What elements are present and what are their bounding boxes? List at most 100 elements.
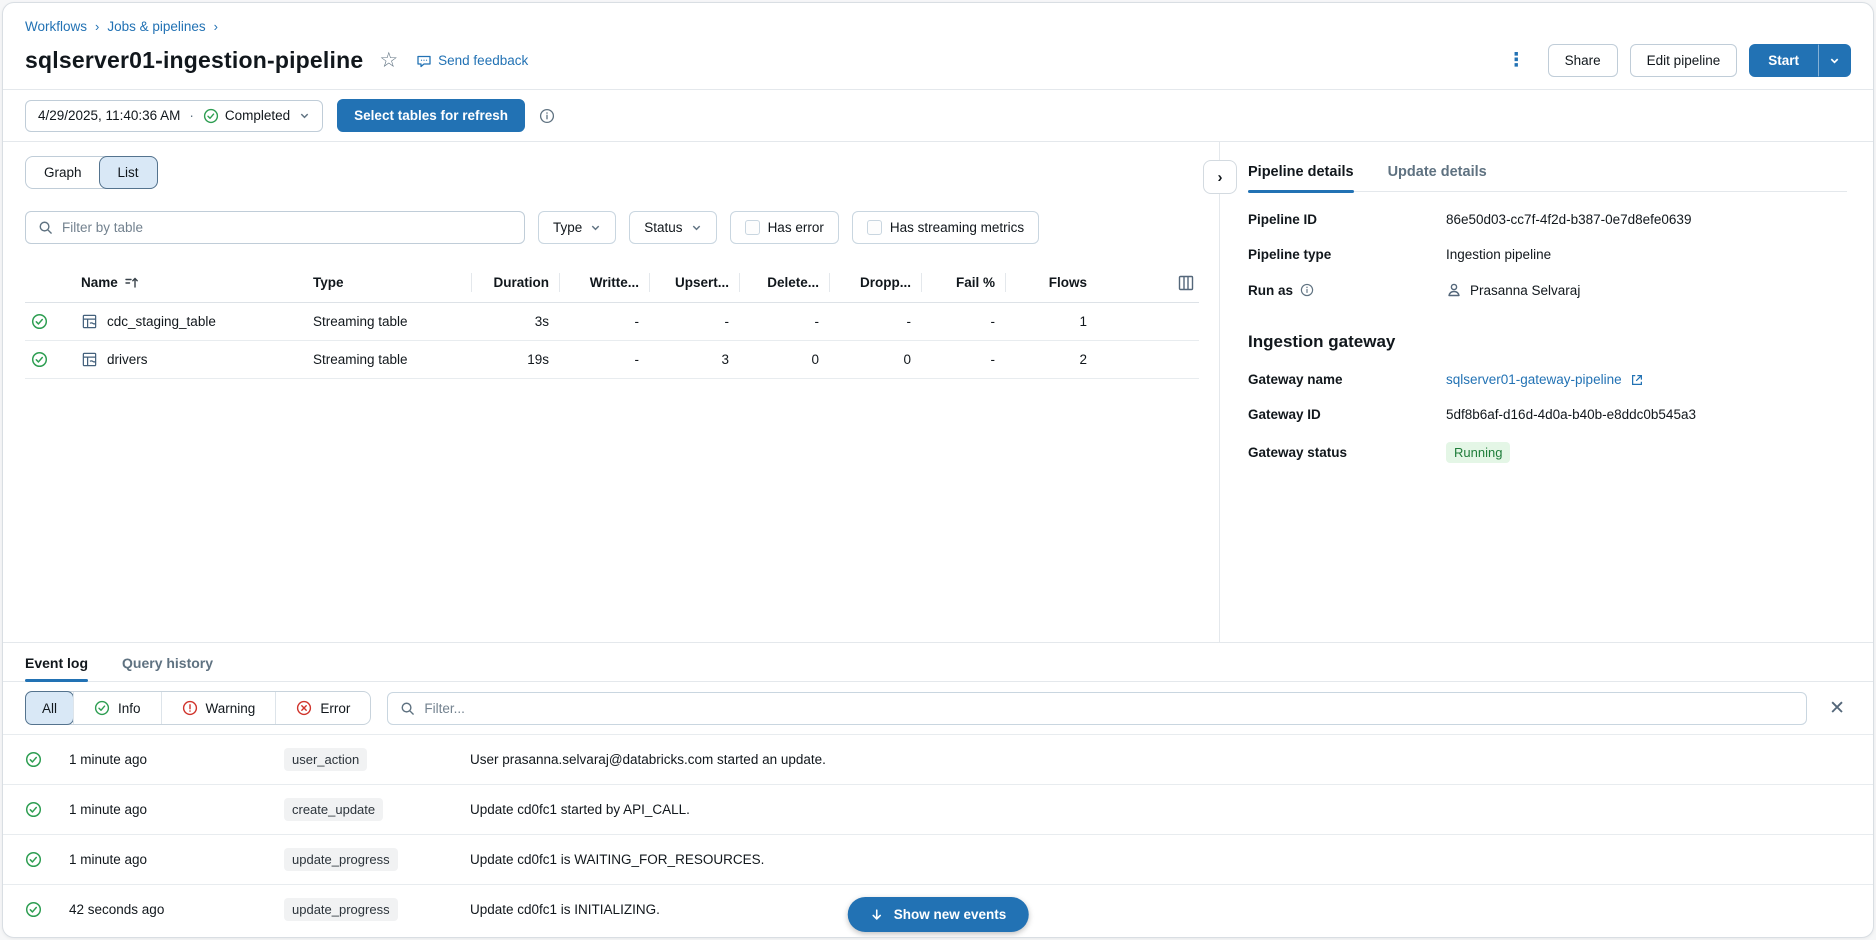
cell-dropped: - bbox=[829, 314, 921, 329]
gateway-id-row: Gateway ID 5df8b6af-d16d-4d0a-b40b-e8ddc… bbox=[1248, 407, 1847, 422]
filter-info-button[interactable]: Info bbox=[73, 692, 161, 724]
kebab-menu-icon[interactable]: ⋮ bbox=[1497, 49, 1536, 72]
event-type-badge: update_progress bbox=[284, 848, 398, 871]
pipeline-id-label: Pipeline ID bbox=[1248, 212, 1446, 227]
event-success-icon bbox=[25, 901, 69, 918]
filter-all-button[interactable]: All bbox=[25, 691, 74, 725]
filter-all-label: All bbox=[42, 701, 57, 716]
cell-duration: 19s bbox=[471, 352, 559, 367]
close-icon[interactable]: ✕ bbox=[1823, 697, 1851, 720]
table-name[interactable]: drivers bbox=[107, 352, 148, 367]
pipeline-page: Workflows › Jobs & pipelines › sqlserver… bbox=[2, 2, 1874, 938]
gateway-status-label: Gateway status bbox=[1248, 445, 1446, 460]
view-toggle-list[interactable]: List bbox=[99, 156, 158, 189]
event-message: Update cd0fc1 started by API_CALL. bbox=[470, 802, 1873, 817]
cell-upserted: - bbox=[649, 314, 739, 329]
event-filter-row: All Info Warning bbox=[3, 682, 1873, 734]
column-header-duration[interactable]: Duration bbox=[471, 273, 559, 292]
start-dropdown-button[interactable] bbox=[1818, 44, 1851, 77]
event-type-badge: user_action bbox=[284, 748, 367, 771]
type-filter-dropdown[interactable]: Type bbox=[538, 211, 616, 244]
completed-check-icon bbox=[203, 108, 219, 124]
cell-flows: 1 bbox=[1005, 314, 1097, 329]
cell-written: - bbox=[559, 314, 649, 329]
event-level-filter-group: All Info Warning bbox=[25, 691, 371, 725]
has-streaming-metrics-checkbox[interactable] bbox=[867, 220, 882, 235]
column-header-dropped[interactable]: Dropp... bbox=[829, 273, 921, 292]
table-row[interactable]: drivers Streaming table 19s - 3 0 0 - 2 bbox=[25, 341, 1199, 379]
details-panel: › Pipeline details Update details Pipeli… bbox=[1219, 142, 1873, 642]
event-type-badge: create_update bbox=[284, 798, 383, 821]
has-error-filter[interactable]: Has error bbox=[730, 211, 839, 244]
column-header-type[interactable]: Type bbox=[303, 275, 471, 290]
tables-table: Name Type Duration Writte... Upsert... D… bbox=[25, 264, 1199, 379]
has-streaming-metrics-filter[interactable]: Has streaming metrics bbox=[852, 211, 1039, 244]
view-toggle-graph[interactable]: Graph bbox=[26, 157, 100, 188]
collapse-panel-button[interactable]: › bbox=[1203, 160, 1237, 194]
tab-query-history[interactable]: Query history bbox=[122, 655, 213, 681]
show-new-events-button[interactable]: Show new events bbox=[848, 897, 1029, 932]
share-button[interactable]: Share bbox=[1548, 44, 1618, 77]
breadcrumb-jobs-pipelines[interactable]: Jobs & pipelines bbox=[107, 19, 205, 34]
feedback-label: Send feedback bbox=[438, 53, 528, 68]
column-header-name[interactable]: Name bbox=[71, 275, 303, 290]
info-check-icon bbox=[94, 700, 110, 716]
column-header-flows[interactable]: Flows bbox=[1005, 273, 1097, 292]
event-row[interactable]: 1 minute ago update_progress Update cd0f… bbox=[3, 834, 1873, 884]
filter-by-table-input[interactable] bbox=[62, 220, 512, 235]
warning-icon bbox=[182, 700, 198, 716]
breadcrumb: Workflows › Jobs & pipelines › bbox=[25, 19, 1851, 34]
gateway-name-link[interactable]: sqlserver01-gateway-pipeline bbox=[1446, 372, 1644, 387]
cell-flows: 2 bbox=[1005, 352, 1097, 367]
start-split-button: Start bbox=[1749, 44, 1851, 77]
run-status-label: Completed bbox=[225, 108, 290, 123]
run-selector[interactable]: 4/29/2025, 11:40:36 AM · Completed bbox=[25, 100, 323, 132]
column-header-upserted[interactable]: Upsert... bbox=[649, 273, 739, 292]
event-message: User prasanna.selvaraj@databricks.com st… bbox=[470, 752, 1873, 767]
has-error-checkbox[interactable] bbox=[745, 220, 760, 235]
filter-error-label: Error bbox=[320, 701, 350, 716]
tab-event-log[interactable]: Event log bbox=[25, 655, 88, 681]
table-row[interactable]: cdc_staging_table Streaming table 3s - -… bbox=[25, 303, 1199, 341]
send-feedback-link[interactable]: Send feedback bbox=[416, 53, 528, 69]
gateway-id-label: Gateway ID bbox=[1248, 407, 1446, 422]
event-row[interactable]: 1 minute ago user_action User prasanna.s… bbox=[3, 734, 1873, 784]
event-filter-search[interactable] bbox=[387, 692, 1807, 725]
filter-by-table-search[interactable] bbox=[25, 211, 525, 244]
chevron-down-icon bbox=[691, 222, 702, 233]
edit-pipeline-button[interactable]: Edit pipeline bbox=[1630, 44, 1738, 77]
info-icon[interactable] bbox=[539, 108, 555, 124]
gateway-status-row: Gateway status Running bbox=[1248, 442, 1847, 463]
filter-warning-button[interactable]: Warning bbox=[161, 692, 276, 724]
event-filter-input[interactable] bbox=[424, 701, 1794, 716]
info-icon[interactable] bbox=[1300, 283, 1314, 297]
favorite-star-icon[interactable]: ☆ bbox=[379, 50, 398, 71]
row-success-icon bbox=[25, 313, 71, 330]
table-type: Streaming table bbox=[303, 352, 471, 367]
column-header-written[interactable]: Writte... bbox=[559, 273, 649, 292]
run-as-value: Prasanna Selvaraj bbox=[1470, 283, 1580, 298]
cell-dropped: 0 bbox=[829, 352, 921, 367]
column-settings-icon[interactable] bbox=[1177, 274, 1199, 292]
filter-error-button[interactable]: Error bbox=[275, 692, 370, 724]
status-filter-dropdown[interactable]: Status bbox=[629, 211, 716, 244]
streaming-table-icon bbox=[81, 351, 98, 368]
column-header-fail[interactable]: Fail % bbox=[921, 273, 1005, 292]
start-button[interactable]: Start bbox=[1749, 44, 1818, 77]
search-icon bbox=[38, 220, 53, 235]
table-name[interactable]: cdc_staging_table bbox=[107, 314, 216, 329]
tab-update-details[interactable]: Update details bbox=[1388, 164, 1487, 191]
column-header-deleted[interactable]: Delete... bbox=[739, 273, 829, 292]
event-row[interactable]: 1 minute ago create_update Update cd0fc1… bbox=[3, 784, 1873, 834]
person-icon bbox=[1446, 282, 1462, 298]
table-header-row: Name Type Duration Writte... Upsert... D… bbox=[25, 264, 1199, 303]
table-filter-row: Type Status Has error Has streaming metr… bbox=[25, 211, 1199, 244]
event-success-icon bbox=[25, 801, 69, 818]
tab-pipeline-details[interactable]: Pipeline details bbox=[1248, 164, 1354, 191]
breadcrumb-workflows[interactable]: Workflows bbox=[25, 19, 87, 34]
pipeline-type-row: Pipeline type Ingestion pipeline bbox=[1248, 247, 1847, 262]
event-time: 1 minute ago bbox=[69, 802, 284, 817]
select-tables-for-refresh-button[interactable]: Select tables for refresh bbox=[337, 99, 525, 132]
gateway-name-label: Gateway name bbox=[1248, 372, 1446, 387]
run-as-row: Run as Prasanna Selvaraj bbox=[1248, 282, 1847, 298]
